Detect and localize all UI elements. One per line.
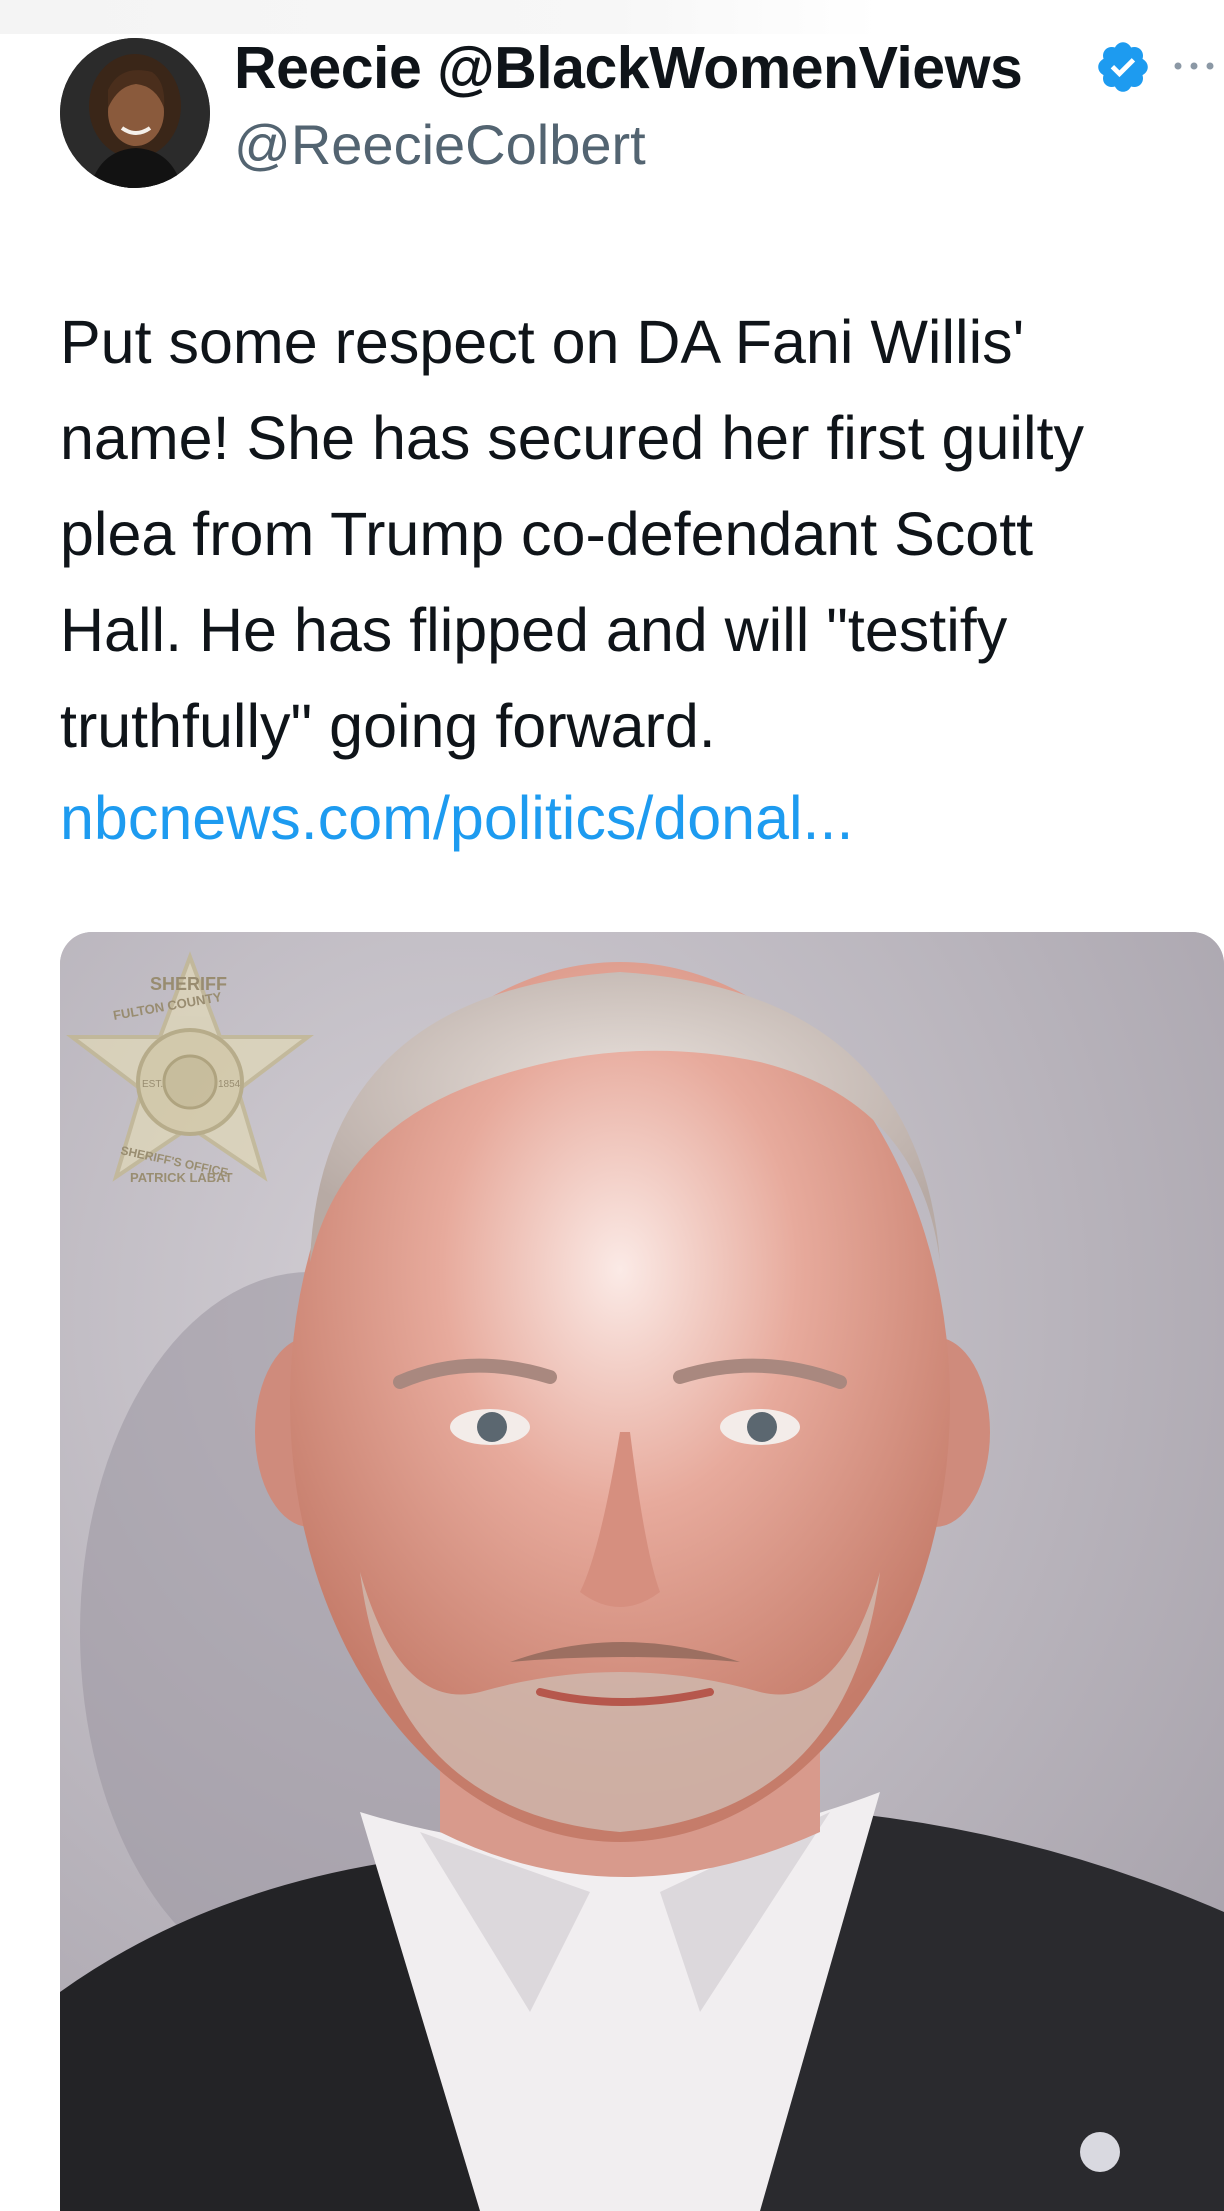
tweet-text-line: Hall. He has flipped and will "testify xyxy=(60,596,1008,664)
article-link[interactable]: nbcnews.com/politics/donal... xyxy=(60,770,853,866)
avatar[interactable] xyxy=(60,38,210,188)
mugshot-photo: SHERIFF FULTON COUNTY EST. 1854 SHERIFF'… xyxy=(60,932,1224,2211)
tweet-text: Put some respect on DA Fani Willis' name… xyxy=(60,294,1224,774)
media-photo[interactable]: SHERIFF FULTON COUNTY EST. 1854 SHERIFF'… xyxy=(60,932,1224,2211)
svg-text:1854: 1854 xyxy=(218,1079,241,1090)
tweet-text-line: truthfully" going forward. xyxy=(60,692,716,760)
verified-badge-icon xyxy=(1098,42,1148,92)
avatar-photo xyxy=(60,38,210,188)
more-options-icon[interactable] xyxy=(1170,56,1224,76)
tweet: Reecie @BlackWomenViews @ReecieColbert P… xyxy=(0,0,1224,2211)
svg-text:PATRICK LABAT: PATRICK LABAT xyxy=(130,1170,233,1185)
author-handle[interactable]: @ReecieColbert xyxy=(234,112,646,177)
tweet-text-line: plea from Trump co-defendant Scott xyxy=(60,500,1034,568)
svg-text:EST.: EST. xyxy=(142,1079,163,1090)
display-name[interactable]: Reecie @BlackWomenViews xyxy=(234,34,1023,102)
tweet-text-line: Put some respect on DA Fani Willis' xyxy=(60,308,1025,376)
tweet-text-line: name! She has secured her first guilty xyxy=(60,404,1084,472)
